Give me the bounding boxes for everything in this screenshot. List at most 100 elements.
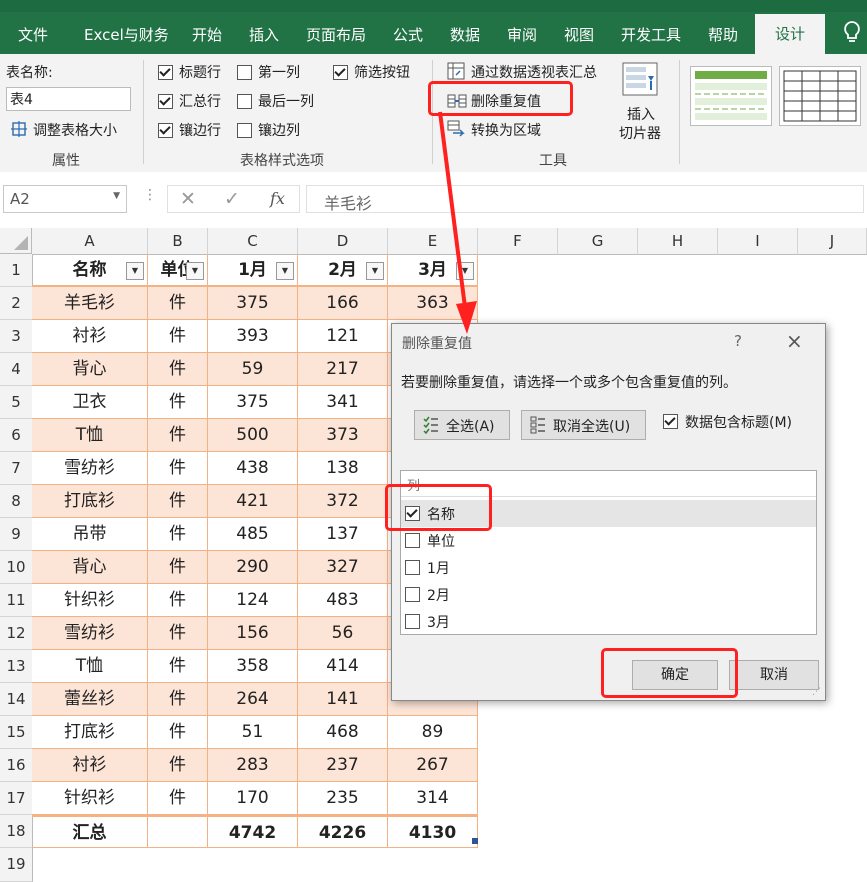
- table-cell[interactable]: 341: [298, 386, 388, 419]
- row-header[interactable]: 17: [0, 782, 33, 815]
- tab-home[interactable]: 开始: [192, 24, 222, 45]
- filter-dropdown-button[interactable]: ▼: [456, 262, 474, 280]
- table-cell[interactable]: 414: [298, 650, 388, 683]
- row-header[interactable]: 4: [0, 353, 33, 386]
- row-header[interactable]: 10: [0, 551, 33, 584]
- table-cell[interactable]: 件: [148, 320, 208, 353]
- row-header[interactable]: 18: [0, 815, 33, 848]
- tab-design[interactable]: 设计: [755, 14, 826, 54]
- row-header[interactable]: 14: [0, 683, 33, 716]
- table-cell[interactable]: 124: [208, 584, 298, 617]
- table-cell[interactable]: 件: [148, 452, 208, 485]
- col-header-d[interactable]: D: [298, 228, 388, 255]
- table-cell[interactable]: 59: [208, 353, 298, 386]
- column-checkbox[interactable]: [405, 560, 420, 575]
- table-cell[interactable]: 500: [208, 419, 298, 452]
- col-header-h[interactable]: H: [638, 228, 718, 255]
- col-header-a[interactable]: A: [32, 228, 148, 255]
- col-header-j[interactable]: J: [798, 228, 867, 255]
- total-row-cell[interactable]: 汇总: [32, 815, 148, 848]
- row-header[interactable]: 2: [0, 287, 33, 320]
- table-cell[interactable]: 156: [208, 617, 298, 650]
- table-cell[interactable]: 166: [298, 287, 388, 320]
- column-list-item[interactable]: 2月: [401, 581, 816, 608]
- table-cell[interactable]: 372: [298, 485, 388, 518]
- last-column-checkbox[interactable]: [237, 94, 252, 109]
- col-header-c[interactable]: C: [208, 228, 298, 255]
- table-cell[interactable]: 138: [298, 452, 388, 485]
- table-cell[interactable]: 137: [298, 518, 388, 551]
- table-cell[interactable]: 217: [298, 353, 388, 386]
- table-header-cell[interactable]: 1月 ▼: [208, 254, 298, 287]
- table-cell[interactable]: 打底衫: [32, 716, 148, 749]
- total-row-checkbox[interactable]: [158, 94, 173, 109]
- total-row-cell[interactable]: 4742: [208, 815, 298, 848]
- table-cell[interactable]: 393: [208, 320, 298, 353]
- table-cell[interactable]: T恤: [32, 650, 148, 683]
- tab-page-layout[interactable]: 页面布局: [306, 24, 366, 45]
- tab-view[interactable]: 视图: [564, 24, 594, 45]
- filter-dropdown-button[interactable]: ▼: [126, 262, 144, 280]
- table-cell[interactable]: 雪纺衫: [32, 452, 148, 485]
- pivot-summary-button[interactable]: 通过数据透视表汇总: [471, 62, 597, 82]
- select-all-corner[interactable]: [0, 228, 32, 254]
- table-cell[interactable]: 背心: [32, 551, 148, 584]
- table-cell[interactable]: 件: [148, 386, 208, 419]
- insert-slicer-label-2[interactable]: 切片器: [619, 123, 661, 143]
- table-cell[interactable]: 件: [148, 782, 208, 815]
- table-cell[interactable]: 51: [208, 716, 298, 749]
- filter-dropdown-button[interactable]: ▼: [276, 262, 294, 280]
- table-cell[interactable]: 吊带: [32, 518, 148, 551]
- table-cell[interactable]: 373: [298, 419, 388, 452]
- col-header-i[interactable]: I: [718, 228, 798, 255]
- row-header[interactable]: 11: [0, 584, 33, 617]
- table-name-input[interactable]: 表4: [6, 87, 131, 111]
- table-cell[interactable]: 170: [208, 782, 298, 815]
- table-cell[interactable]: 件: [148, 584, 208, 617]
- formula-input[interactable]: 羊毛衫: [306, 185, 864, 213]
- column-checkbox[interactable]: [405, 614, 420, 629]
- filter-dropdown-button[interactable]: ▼: [366, 262, 384, 280]
- table-cell[interactable]: 327: [298, 551, 388, 584]
- table-header-cell[interactable]: 名称 ▼: [32, 254, 148, 287]
- banded-columns-checkbox[interactable]: [237, 123, 252, 138]
- row-header[interactable]: 13: [0, 650, 33, 683]
- table-cell[interactable]: 89: [388, 716, 478, 749]
- column-list-item[interactable]: 1月: [401, 554, 816, 581]
- insert-slicer-label-1[interactable]: 插入: [627, 104, 655, 124]
- first-column-checkbox[interactable]: [237, 65, 252, 80]
- table-cell[interactable]: 358: [208, 650, 298, 683]
- total-row-cell[interactable]: 4226: [298, 815, 388, 848]
- has-headers-checkbox[interactable]: [663, 414, 678, 429]
- table-style-black[interactable]: [779, 66, 861, 126]
- row-header[interactable]: 3: [0, 320, 33, 353]
- lightbulb-icon[interactable]: [842, 20, 862, 49]
- table-cell[interactable]: 件: [148, 287, 208, 320]
- unselect-all-button[interactable]: 取消全选(U): [521, 410, 646, 440]
- tab-excel-finance[interactable]: Excel与财务: [84, 24, 169, 45]
- table-cell[interactable]: 267: [388, 749, 478, 782]
- close-button[interactable]: ×: [786, 329, 803, 353]
- total-row-cell[interactable]: [148, 815, 208, 848]
- table-cell[interactable]: 421: [208, 485, 298, 518]
- table-cell[interactable]: 121: [298, 320, 388, 353]
- row-header[interactable]: 16: [0, 749, 33, 782]
- table-cell[interactable]: 针织衫: [32, 584, 148, 617]
- table-cell[interactable]: 背心: [32, 353, 148, 386]
- column-list-item[interactable]: 单位: [401, 527, 816, 554]
- insert-function-button[interactable]: fx: [270, 189, 285, 208]
- total-row-cell[interactable]: 4130: [388, 815, 478, 848]
- table-cell[interactable]: 483: [298, 584, 388, 617]
- tab-formulas[interactable]: 公式: [393, 24, 423, 45]
- resize-table-button[interactable]: 调整表格大小: [33, 120, 117, 140]
- filter-dropdown-button[interactable]: ▼: [186, 262, 204, 280]
- row-header[interactable]: 9: [0, 518, 33, 551]
- tab-help[interactable]: 帮助: [708, 24, 738, 45]
- table-cell[interactable]: 件: [148, 716, 208, 749]
- table-cell[interactable]: 375: [208, 386, 298, 419]
- table-resize-handle[interactable]: [472, 838, 478, 844]
- table-cell[interactable]: 针织衫: [32, 782, 148, 815]
- table-cell[interactable]: 件: [148, 617, 208, 650]
- tab-review[interactable]: 审阅: [507, 24, 537, 45]
- table-cell[interactable]: 314: [388, 782, 478, 815]
